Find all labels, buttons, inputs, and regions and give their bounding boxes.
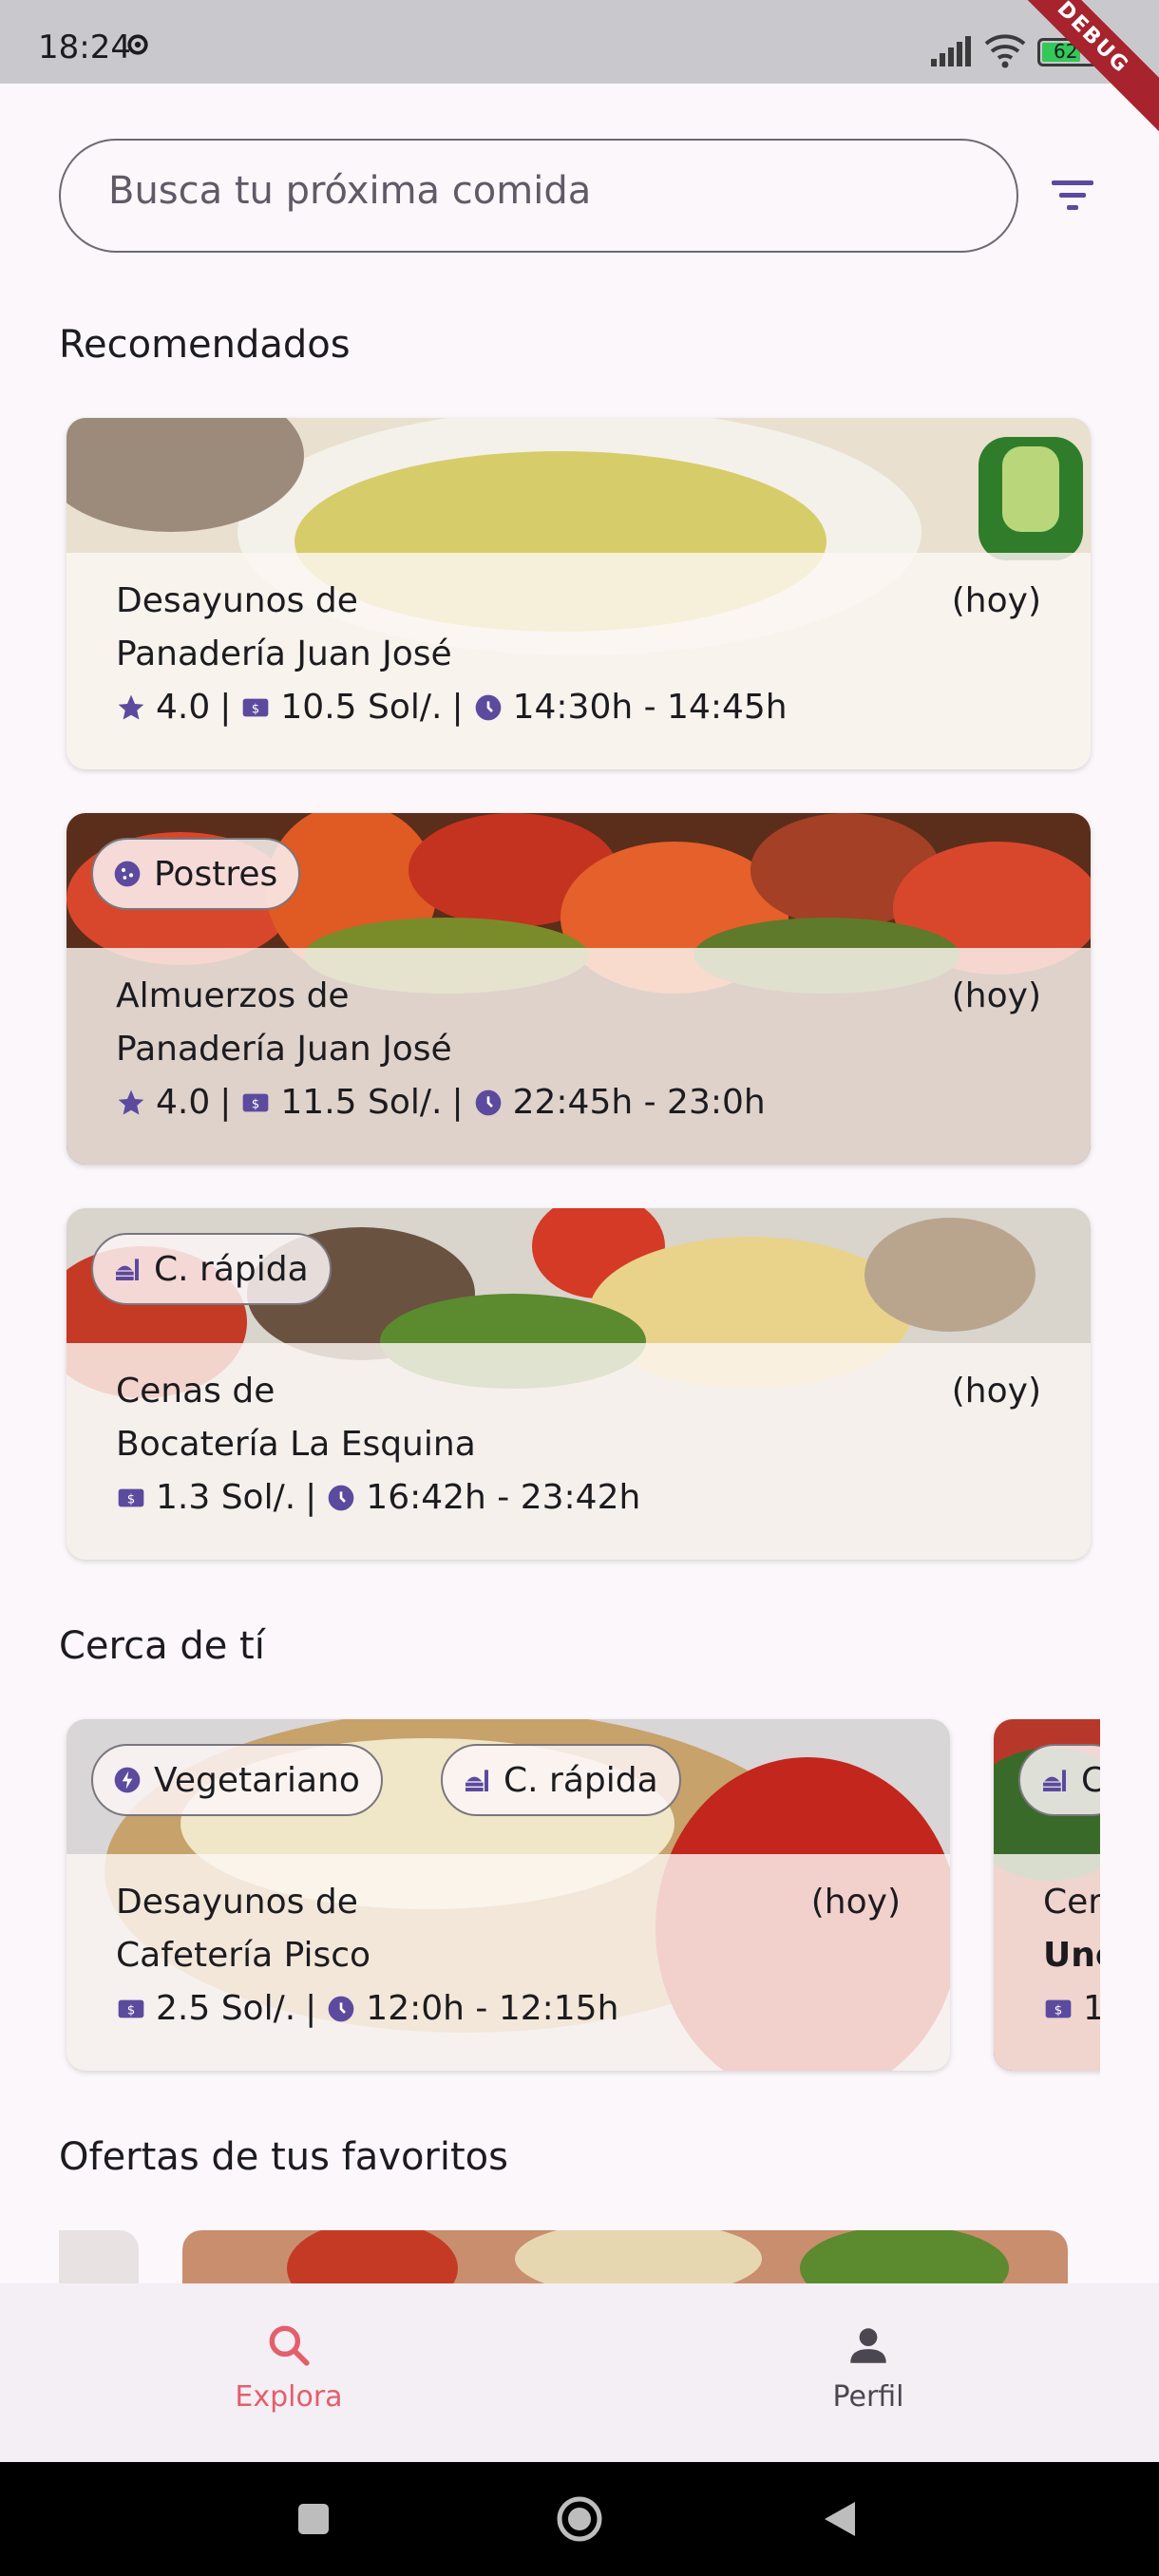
nav-explora-label: Explora bbox=[235, 2380, 343, 2414]
chip-label: Postres bbox=[154, 854, 278, 894]
category-chip[interactable]: C. rápida bbox=[91, 1233, 332, 1305]
section-title-recomendados: Recomendados bbox=[59, 323, 351, 367]
meal-card[interactable]: Vegetariano C. rápida Desayunos de (hoy)… bbox=[66, 1719, 950, 2071]
meal-type: Desayunos de bbox=[116, 581, 358, 620]
category-chip[interactable]: Vegetariano bbox=[91, 1744, 383, 1816]
offer-card[interactable] bbox=[182, 2230, 1068, 2283]
meal-type: Cenas de bbox=[116, 1372, 276, 1411]
gear-icon bbox=[127, 34, 148, 55]
day-label: (hoy) bbox=[810, 1883, 901, 1922]
svg-text:$: $ bbox=[1054, 2003, 1062, 2017]
search-icon bbox=[269, 2325, 310, 2366]
hours-value: 16:42h - 23:42h bbox=[366, 1478, 641, 1517]
fastfood-icon bbox=[1043, 1770, 1066, 1791]
star-icon bbox=[118, 694, 144, 720]
star-icon bbox=[118, 1089, 144, 1115]
place-name: Bocatería La Esquina bbox=[116, 1425, 476, 1464]
meal-type: Almuerzos de bbox=[116, 976, 350, 1015]
chip-label: C. rápida bbox=[504, 1760, 658, 1800]
card-stats: $ 2.5 Sol/. | 12:0h - 12:15h bbox=[116, 1989, 618, 2028]
hours-value: 14:30h - 14:45h bbox=[512, 688, 788, 727]
system-navigation-bar bbox=[0, 2462, 1159, 2576]
hours-value: 12:0h - 12:15h bbox=[366, 1989, 619, 2028]
filter-icon bbox=[1052, 180, 1093, 210]
card-stats: 4.0 | $ 10.5 Sol/. | 14:30h - 14:45h bbox=[116, 688, 788, 727]
price-value: 11.5 Sol/. bbox=[280, 1083, 443, 1122]
clock-icon bbox=[475, 1089, 501, 1115]
meal-type: Cer bbox=[1043, 1883, 1100, 1922]
svg-text:$: $ bbox=[127, 2003, 135, 2017]
cookie-icon bbox=[114, 861, 141, 887]
filter-button[interactable] bbox=[1039, 167, 1106, 224]
place-name: Panadería Juan José bbox=[116, 635, 452, 673]
signal-icon bbox=[931, 36, 971, 66]
place-name: Cafetería Pisco bbox=[116, 1936, 371, 1975]
debug-banner: DEBUG bbox=[991, 0, 1159, 140]
price-icon: $ bbox=[1045, 1999, 1072, 2017]
fastfood-icon bbox=[116, 1259, 139, 1280]
day-label: (hoy) bbox=[951, 1372, 1041, 1411]
meal-card[interactable]: Desayunos de (hoy) Panadería Juan José 4… bbox=[66, 418, 1091, 769]
svg-text:$: $ bbox=[127, 1492, 135, 1506]
card-stats: $ 1 bbox=[1043, 1989, 1100, 2028]
nearby-carousel[interactable]: Vegetariano C. rápida Desayunos de (hoy)… bbox=[59, 1717, 1100, 2078]
search-field[interactable] bbox=[59, 139, 1018, 253]
category-chip[interactable]: C. rápida bbox=[441, 1744, 681, 1816]
status-time: 18:24 bbox=[38, 28, 131, 66]
day-label: (hoy) bbox=[951, 581, 1041, 620]
fastfood-icon bbox=[466, 1770, 488, 1791]
meal-type: Desayunos de bbox=[116, 1883, 358, 1922]
nav-perfil-label: Perfil bbox=[832, 2380, 904, 2414]
card-stats: 4.0 | $ 11.5 Sol/. | 22:45h - 23:0h bbox=[116, 1083, 766, 1122]
price-icon: $ bbox=[118, 1488, 144, 1506]
clock-icon bbox=[328, 1485, 354, 1510]
offers-carousel[interactable] bbox=[59, 2230, 1100, 2283]
price-value: 10.5 Sol/. bbox=[280, 688, 443, 727]
clock-icon bbox=[475, 694, 501, 720]
meal-card[interactable]: C Cer Unc $ 1 bbox=[994, 1719, 1100, 2071]
rating-value: 4.0 bbox=[156, 688, 211, 727]
price-value: 1.3 Sol/. bbox=[156, 1478, 296, 1517]
search-input[interactable] bbox=[108, 169, 963, 213]
rating-value: 4.0 bbox=[156, 1083, 211, 1122]
chip-label: Vegetariano bbox=[154, 1760, 360, 1800]
day-label: (hoy) bbox=[951, 976, 1041, 1015]
section-title-cerca: Cerca de tí bbox=[59, 1624, 265, 1668]
category-chip[interactable]: Postres bbox=[91, 838, 301, 910]
svg-text:$: $ bbox=[252, 1097, 259, 1111]
price-icon: $ bbox=[118, 1999, 144, 2017]
nav-explora[interactable]: Explora bbox=[184, 2321, 393, 2414]
nav-perfil[interactable]: Perfil bbox=[764, 2321, 973, 2414]
wifi-icon bbox=[984, 34, 1026, 68]
price-value: 1 bbox=[1083, 1989, 1100, 2028]
svg-text:$: $ bbox=[252, 702, 259, 716]
card-stats: $ 1.3 Sol/. | 16:42h - 23:42h bbox=[116, 1478, 640, 1517]
offer-card-peek[interactable] bbox=[59, 2230, 139, 2283]
status-bar: 18:24 62 DEBUG bbox=[0, 0, 1159, 140]
place-name: Panadería Juan José bbox=[116, 1030, 452, 1069]
price-icon: $ bbox=[243, 1093, 269, 1111]
home-icon[interactable] bbox=[555, 2494, 604, 2544]
price-value: 2.5 Sol/. bbox=[156, 1989, 296, 2028]
chip-label: C bbox=[1081, 1760, 1100, 1800]
section-title-ofertas: Ofertas de tus favoritos bbox=[59, 2135, 508, 2179]
category-chip[interactable]: C bbox=[1018, 1744, 1100, 1816]
person-icon bbox=[850, 2328, 886, 2363]
place-name: Unc bbox=[1043, 1936, 1100, 1975]
bottom-navigation: Explora Perfil bbox=[0, 2283, 1159, 2462]
back-icon[interactable] bbox=[819, 2498, 861, 2540]
price-icon: $ bbox=[243, 698, 269, 716]
meal-card[interactable]: C. rápida Cenas de (hoy) Bocatería La Es… bbox=[66, 1208, 1091, 1560]
eco-icon bbox=[114, 1767, 141, 1793]
meal-card[interactable]: Postres Almuerzos de (hoy) Panadería Jua… bbox=[66, 813, 1091, 1165]
recents-icon[interactable] bbox=[294, 2500, 332, 2538]
clock-icon bbox=[328, 1996, 354, 2021]
chip-label: C. rápida bbox=[154, 1249, 309, 1289]
hours-value: 22:45h - 23:0h bbox=[512, 1083, 766, 1122]
